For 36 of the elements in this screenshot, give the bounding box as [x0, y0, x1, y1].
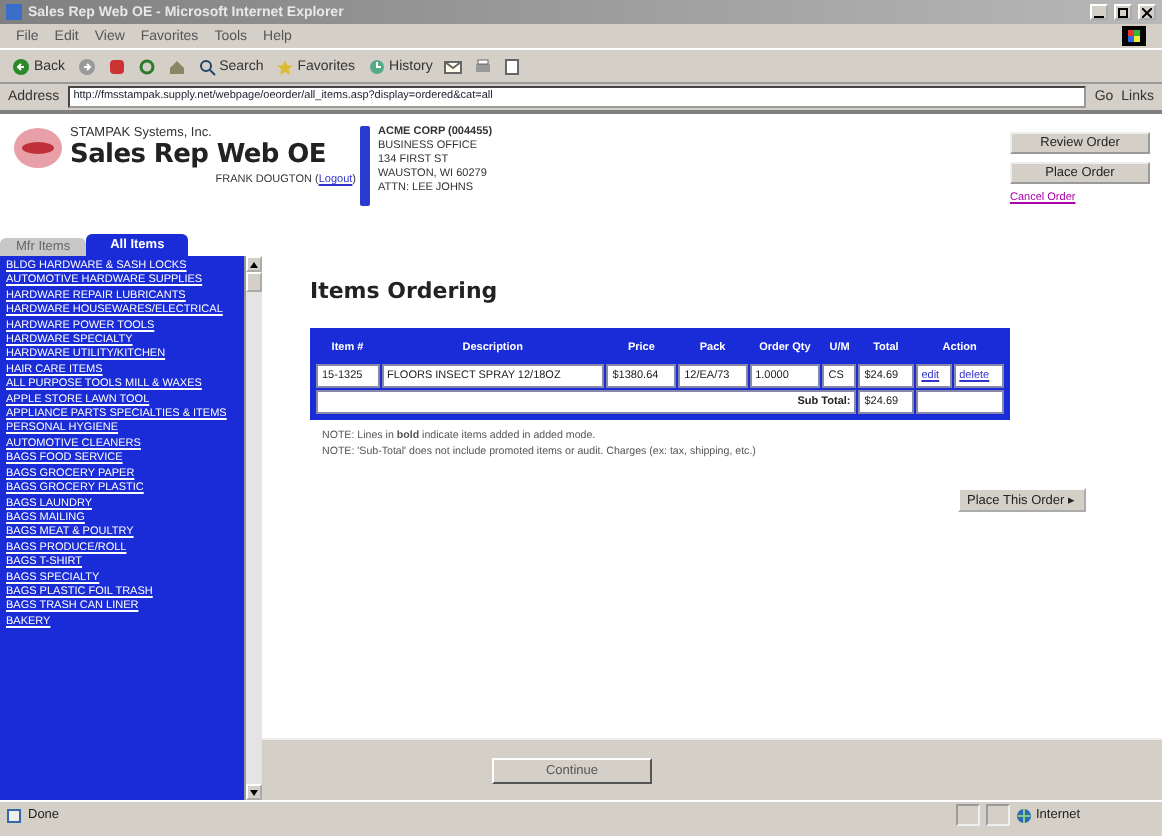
minimize-button[interactable] [1090, 4, 1108, 20]
page-heading: Items Ordering [310, 278, 500, 304]
envelope-icon [444, 57, 463, 75]
logo-icon [12, 126, 64, 170]
windows-logo-icon [1122, 26, 1146, 46]
page-icon [504, 57, 523, 75]
close-button[interactable] [1138, 4, 1156, 20]
print-button[interactable] [474, 57, 493, 75]
refresh-button[interactable] [137, 57, 156, 75]
status-panel [956, 804, 980, 826]
printer-icon [474, 57, 493, 75]
refresh-icon [137, 57, 156, 75]
clock-icon [367, 57, 386, 75]
search-icon [197, 57, 216, 75]
home-button[interactable] [167, 57, 186, 75]
scroll-thumb[interactable] [246, 272, 262, 292]
stop-button[interactable] [107, 57, 126, 75]
status-panel [986, 804, 1010, 826]
edit-button[interactable] [504, 57, 523, 75]
close-icon [1142, 7, 1152, 17]
app-title: Sales Rep Web OE [70, 140, 326, 170]
down-arrow-icon[interactable] [250, 789, 258, 795]
browser-icon [6, 4, 22, 20]
maximize-button[interactable] [1114, 4, 1132, 20]
page-icon [6, 807, 22, 823]
star-icon [275, 57, 294, 75]
globe-icon [1016, 807, 1032, 823]
stop-icon [107, 57, 126, 75]
left-arrow-icon [12, 57, 30, 75]
right-arrow-icon [77, 57, 96, 75]
house-icon [167, 57, 186, 75]
scrollbar[interactable] [244, 256, 262, 800]
maximize-icon [1118, 7, 1128, 17]
up-arrow-icon[interactable] [250, 261, 258, 267]
forward-button[interactable] [77, 57, 96, 75]
mail-button[interactable] [444, 57, 463, 75]
